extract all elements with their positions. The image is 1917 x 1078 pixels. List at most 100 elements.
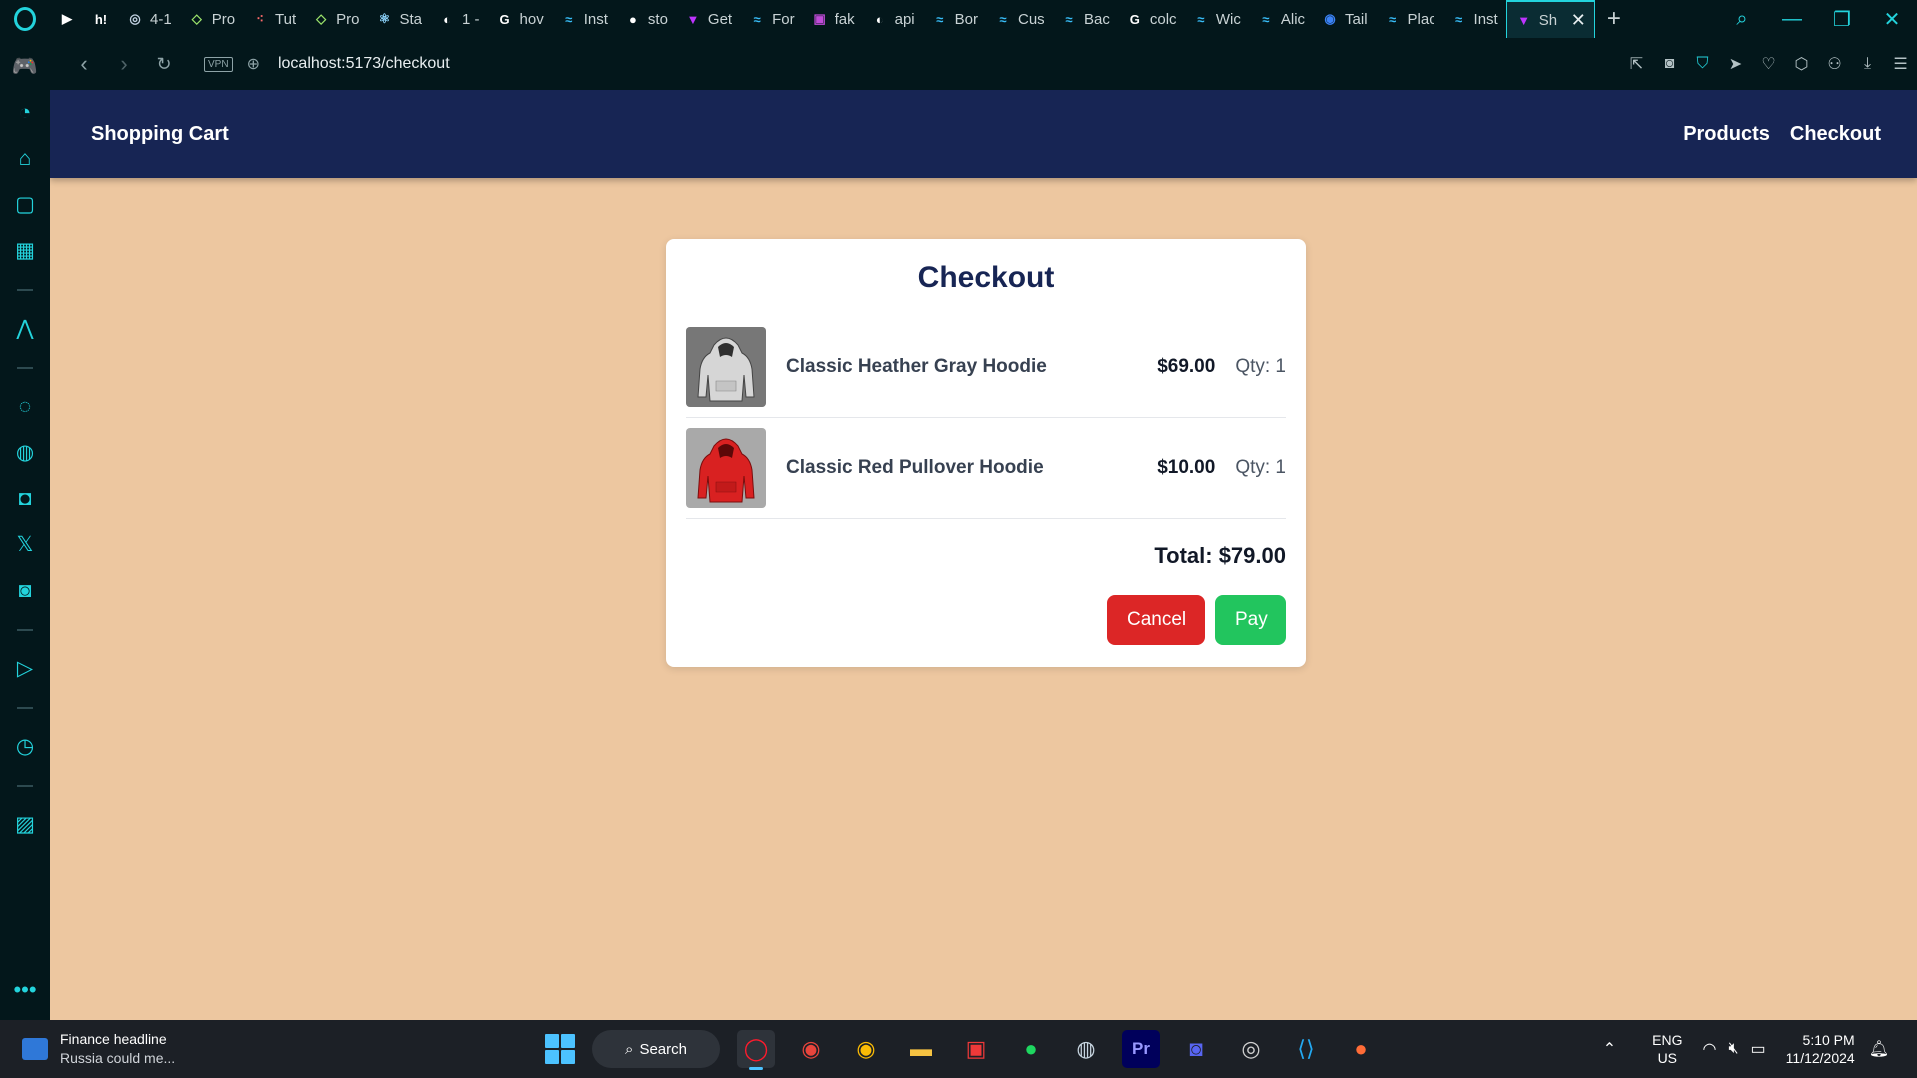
sidebar-separator [17,289,33,291]
postman-app-icon[interactable]: ● [1342,1030,1380,1068]
browser-tab[interactable]: ⁖ Tut [243,0,304,38]
chrome-app-icon[interactable]: ◉ [792,1030,830,1068]
pay-button[interactable]: Pay [1215,595,1286,645]
vpn-badge[interactable]: VPN [204,56,233,72]
tab-label: For [772,10,795,28]
clock-date: 11/12/2024 [1785,1050,1855,1066]
instagram-icon[interactable]: ◘ [0,476,50,522]
chrome-profile-app-icon[interactable]: ◉ [847,1030,885,1068]
vivaldi-app-icon[interactable]: ▣ [957,1030,995,1068]
spotify-app-icon[interactable]: ● [1012,1030,1050,1068]
briefcase-icon[interactable]: ⌂ [0,136,50,182]
tab-label: Wic [1215,10,1241,28]
whatsapp-icon[interactable]: ◍ [0,430,50,476]
back-button[interactable]: ‹ [64,51,104,77]
snapshot-icon[interactable]: ◙ [1653,55,1686,73]
minimize-button[interactable]: — [1767,8,1817,31]
new-tab-button[interactable]: + [1607,5,1621,33]
browser-tab[interactable]: Ghov [488,0,552,38]
clock[interactable]: 5:10 PM 11/12/2024 [1786,1031,1855,1067]
notification-icon[interactable]: 🔔︎ [1869,1039,1889,1059]
active-tab[interactable]: ▼ Sh ✕ [1505,0,1595,38]
premiere-app-icon[interactable]: Pr [1122,1030,1160,1068]
aria-icon[interactable]: ⋀ [0,306,50,352]
gamepad-icon[interactable]: 🎮 [0,44,50,90]
restore-button[interactable]: ❐ [1817,7,1867,32]
dots-icon: ⁖ [256,11,264,26]
search-tabs-icon[interactable]: ⌕ [1717,8,1767,31]
close-window-button[interactable]: ✕ [1867,7,1917,32]
twitch-icon[interactable]: ▢ [0,182,50,228]
nav-checkout-link[interactable]: Checkout [1790,123,1881,146]
browser-tab[interactable]: ≈ For [740,0,803,38]
browser-tab[interactable]: Gcolc [1118,0,1184,38]
reload-button[interactable]: ↻ [144,54,184,75]
browser-tab[interactable]: ≈ Wic [1184,0,1249,38]
browser-tab[interactable]: ◐ api [863,0,923,38]
browser-tab[interactable]: ⚛ Sta [368,0,431,38]
news-widget[interactable]: Finance headline Russia could me... [22,1030,192,1068]
discord-icon[interactable]: ◙ [0,568,50,614]
tab-label: Inst [1473,10,1498,28]
history-icon[interactable]: ◷ [0,724,50,770]
forward-button[interactable]: › [104,51,144,77]
cart-item-row: Classic Red Pullover Hoodie $10.00 Qty: … [686,418,1286,519]
tab-label: Plac [1407,10,1434,28]
download-icon[interactable]: ⤓ [1851,55,1884,73]
browser-tab[interactable]: ≈ Plac [1376,0,1442,38]
heart-icon[interactable]: ♡ [1752,54,1785,74]
item-price: $69.00 [1157,356,1216,377]
easy-setup-icon[interactable]: ☰ [1884,54,1917,74]
browser-tab[interactable]: ◇ Pro [304,0,367,38]
browser-tab[interactable]: ≈ Bor [923,0,986,38]
browser-tab[interactable]: ▶ [50,0,84,38]
x-icon[interactable]: 𝕏 [0,522,50,568]
language-indicator[interactable]: ENG US [1652,1031,1682,1067]
mute-icon[interactable]: 🔇︎ [1728,1040,1738,1058]
browser-tab[interactable]: ▼ Get [676,0,740,38]
browser-tab[interactable]: ◐ 1 - [430,0,488,38]
browser-tab[interactable]: ▣ fak [803,0,863,38]
nav-products-link[interactable]: Products [1683,123,1770,146]
browser-tab[interactable]: ≈ Bac [1052,0,1118,38]
taskbar-search[interactable]: ⌕ Search [592,1030,720,1068]
gallery-icon[interactable]: ▨ [0,802,50,848]
browser-tab[interactable]: ● sto [616,0,676,38]
player-icon[interactable]: ▷ [0,646,50,692]
battery-icon[interactable]: ▭ [1751,1039,1766,1059]
send-icon[interactable]: ➤ [1719,54,1752,74]
messenger-icon[interactable]: ◌ [0,384,50,430]
opera-app-icon[interactable]: ◯ [737,1030,775,1070]
steam-app-icon[interactable]: ◍ [1067,1030,1105,1068]
site-info-icon[interactable]: ⊕ [247,54,260,74]
tailwind-ui-icon: ◉ [1324,11,1336,26]
speedometer-icon[interactable]: ◔ [0,90,50,136]
discord-app-icon[interactable]: ◙ [1177,1030,1215,1068]
browser-tab[interactable]: ≈ Inst [552,0,616,38]
vscode-app-icon[interactable]: ⟨⟩ [1287,1030,1325,1068]
browser-tab[interactable]: ≈ Inst [1442,0,1506,38]
profile-icon[interactable]: ⚇ [1818,54,1851,74]
sidebar-more-icon[interactable]: ••• [13,970,36,1020]
chip-icon[interactable]: ▦ [0,228,50,274]
file-explorer-icon[interactable]: ▬ [902,1030,940,1068]
adblock-shield-icon[interactable]: ⛉ [1686,55,1719,73]
brand-title[interactable]: Shopping Cart [91,123,229,146]
share-icon[interactable]: ⇱ [1620,54,1653,74]
browser-tab[interactable]: ≈ Alic [1249,0,1313,38]
browser-tab[interactable]: ≈ Cus [986,0,1052,38]
browser-tab[interactable]: ◎ 4-1 [118,0,180,38]
language-code: ENG [1652,1032,1683,1048]
browser-tab[interactable]: ◉ Tail [1313,0,1376,38]
close-tab-icon[interactable]: ✕ [1571,10,1586,31]
url-field[interactable]: localhost:5173/checkout [278,55,450,73]
browser-tab[interactable]: ◇ Pro [180,0,243,38]
chevron-up-icon[interactable]: ⌃ [1603,1039,1616,1059]
browser-tab[interactable]: h! [84,0,118,38]
opera-logo-icon[interactable] [0,0,50,38]
wifi-icon[interactable]: ◠ [1702,1039,1716,1059]
obs-app-icon[interactable]: ◎ [1232,1030,1270,1068]
windows-start-icon[interactable] [545,1034,575,1064]
cancel-button[interactable]: Cancel [1107,595,1205,645]
cube-icon[interactable]: ⬡ [1785,54,1818,74]
